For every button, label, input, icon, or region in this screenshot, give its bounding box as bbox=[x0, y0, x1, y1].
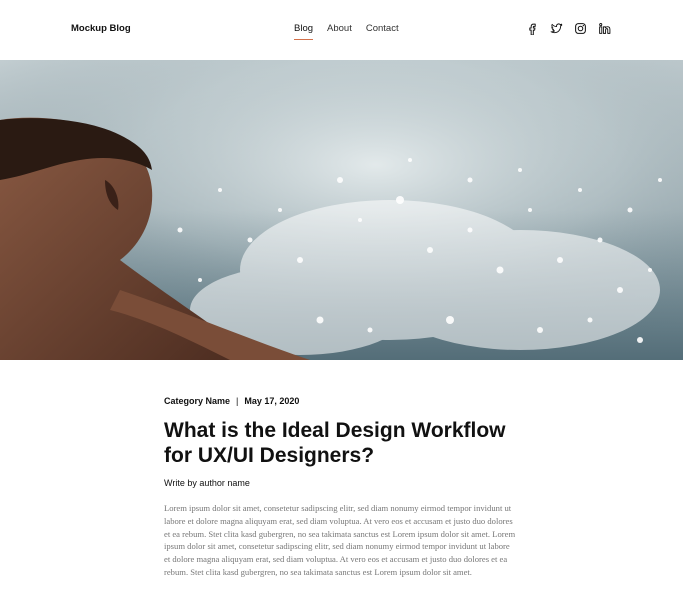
nav-blog[interactable]: Blog bbox=[294, 23, 314, 40]
social-links bbox=[526, 22, 611, 35]
blog-post: Category Name | May 17, 2020 What is the… bbox=[164, 396, 516, 587]
post-title: What is the Ideal Design Workflow for UX… bbox=[164, 419, 506, 467]
hero-photo bbox=[0, 60, 683, 360]
main-nav: Blog About Contact bbox=[294, 23, 399, 40]
post-category[interactable]: Category Name bbox=[164, 396, 230, 406]
hero-image bbox=[0, 60, 683, 360]
post-meta: Category Name | May 17, 2020 bbox=[164, 396, 516, 406]
site-header: Mockup Blog Blog About Contact bbox=[0, 0, 683, 60]
post-body: Lorem ipsum dolor sit amet, consetetur s… bbox=[164, 503, 516, 577]
nav-about[interactable]: About bbox=[327, 23, 352, 38]
facebook-icon[interactable] bbox=[526, 22, 539, 35]
nav-contact[interactable]: Contact bbox=[366, 23, 399, 38]
post-author: Write by author name bbox=[164, 478, 250, 488]
post-date: May 17, 2020 bbox=[244, 396, 300, 406]
meta-separator: | bbox=[236, 396, 239, 406]
twitter-icon[interactable] bbox=[550, 22, 563, 35]
linkedin-icon[interactable] bbox=[598, 22, 611, 35]
brand-logo[interactable]: Mockup Blog bbox=[71, 23, 131, 34]
instagram-icon[interactable] bbox=[574, 22, 587, 35]
